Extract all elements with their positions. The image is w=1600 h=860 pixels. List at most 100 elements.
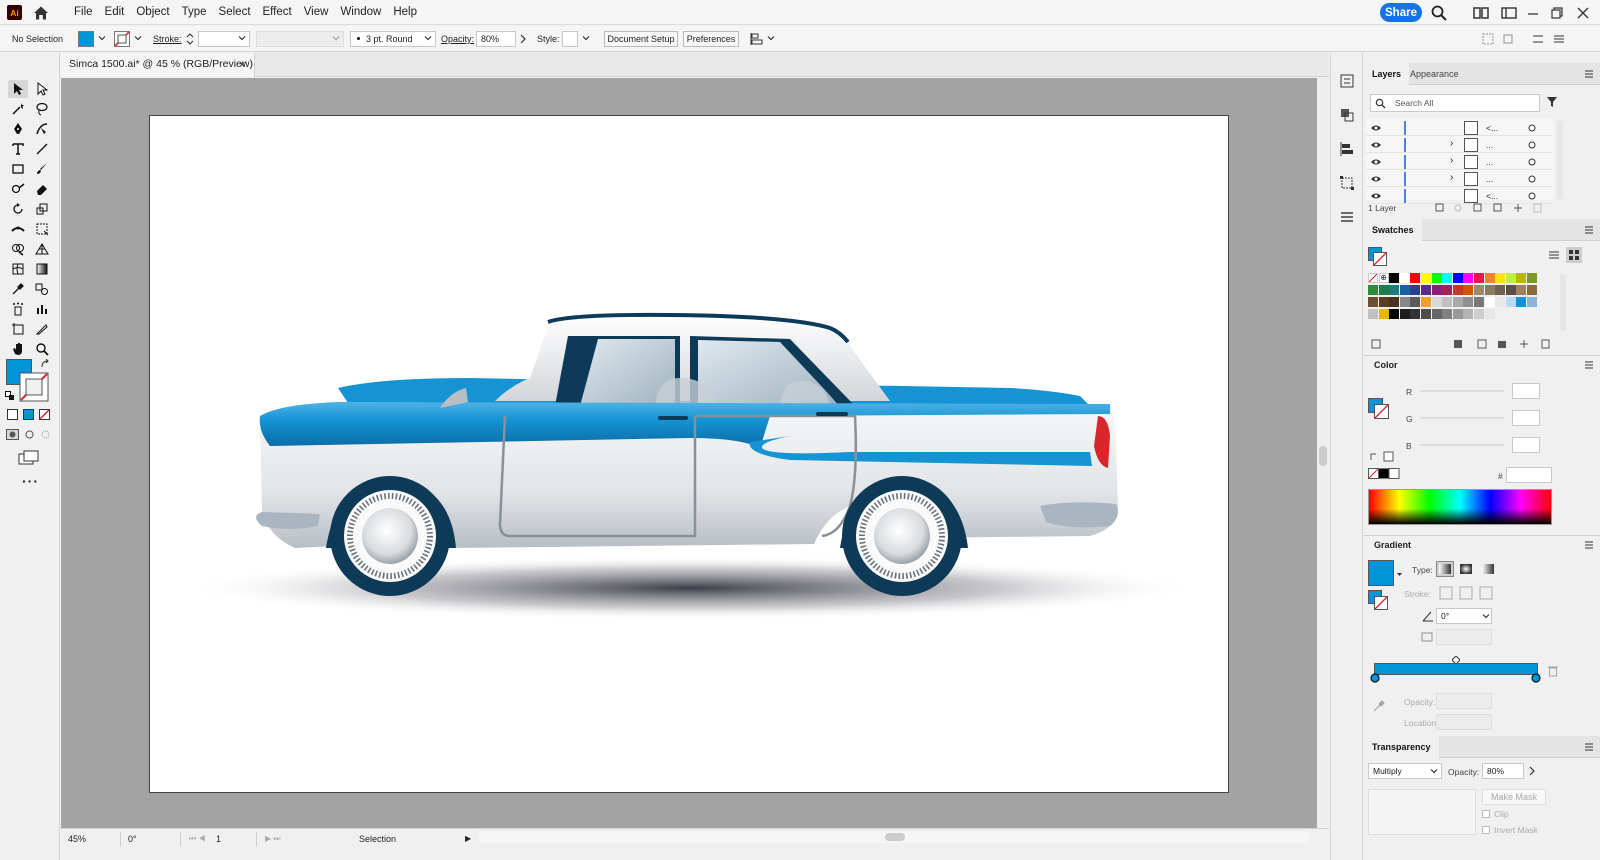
stroke-weight-dropdown-icon[interactable]: [238, 34, 246, 42]
zoom-tool[interactable]: [32, 340, 52, 358]
draw-inside-icon[interactable]: [39, 429, 52, 440]
swatch[interactable]: [1527, 297, 1537, 307]
swatch[interactable]: [1516, 297, 1527, 307]
stroke-none-swatch-icon[interactable]: [114, 31, 130, 47]
swatch-none[interactable]: [1368, 273, 1378, 283]
more-panels-icon[interactable]: [1339, 209, 1355, 225]
swatch[interactable]: [1421, 273, 1431, 283]
gradient-type-buttons-icon[interactable]: [1436, 561, 1498, 577]
visibility-eye-icon[interactable]: [1370, 141, 1382, 149]
stroke-label[interactable]: Stroke:: [153, 34, 182, 44]
width-tool[interactable]: [8, 220, 28, 238]
mesh-tool[interactable]: [8, 260, 28, 278]
layer-expand-arrow[interactable]: ›: [1450, 172, 1453, 183]
align-panel-icon[interactable]: [1339, 141, 1355, 157]
swatch[interactable]: [1421, 309, 1431, 319]
eyedropper-tool[interactable]: [8, 280, 28, 298]
swatches-footer-icons[interactable]: [1370, 338, 1560, 350]
swatch[interactable]: [1399, 285, 1410, 295]
layer-name[interactable]: ...: [1486, 157, 1493, 167]
color-none-default-icons[interactable]: [1368, 450, 1394, 464]
tab-appearance[interactable]: Appearance: [1402, 63, 1467, 85]
stroke-color-box-icon[interactable]: [19, 372, 49, 402]
swatch[interactable]: [1399, 309, 1410, 319]
artboard-nav-first-prev-icon[interactable]: ⏮ ◀: [189, 834, 206, 844]
magic-wand-tool[interactable]: [8, 100, 28, 118]
gradient-eyedropper-icon[interactable]: [1372, 699, 1386, 713]
swatch[interactable]: [1399, 273, 1410, 283]
gradient-stroke-indicator-icon[interactable]: [1374, 596, 1388, 610]
menu-view[interactable]: View: [298, 0, 335, 25]
layer-target-icon[interactable]: [1528, 124, 1536, 132]
layer-target-icon[interactable]: [1528, 175, 1536, 183]
draw-normal-icon[interactable]: [6, 429, 19, 440]
gradient-mode-button[interactable]: [23, 409, 34, 420]
rotate-tool[interactable]: [8, 200, 28, 218]
document-tab[interactable]: Simca 1500.ai* @ 45 % (RGB/Preview): [61, 53, 255, 77]
opacity-label[interactable]: Opacity:: [441, 34, 474, 44]
curvature-tool[interactable]: [32, 120, 52, 138]
color-quick-swatches-icon[interactable]: [1368, 468, 1400, 479]
layer-target-icon[interactable]: [1528, 141, 1536, 149]
swatch[interactable]: [1505, 285, 1516, 295]
symbol-sprayer-tool[interactable]: [8, 300, 28, 318]
transform-icon[interactable]: [1481, 32, 1495, 46]
restore-icon[interactable]: [1548, 4, 1566, 22]
swatches-panel-menu-icon[interactable]: [1584, 225, 1594, 235]
color-channel-g-input[interactable]: [1512, 410, 1540, 426]
color-channel-r-input[interactable]: [1512, 383, 1540, 399]
color-spectrum[interactable]: [1368, 489, 1552, 525]
gradient-stroke-options-icon[interactable]: [1438, 586, 1498, 600]
swatch[interactable]: [1495, 273, 1506, 283]
gradient-opacity-input[interactable]: [1436, 693, 1492, 709]
swatch[interactable]: [1474, 309, 1484, 319]
gradient-angle-dropdown-icon[interactable]: [1482, 612, 1490, 620]
menu-select[interactable]: Select: [213, 0, 257, 25]
menu-effect[interactable]: Effect: [257, 0, 298, 25]
tab-transparency[interactable]: Transparency: [1364, 736, 1439, 758]
style-dropdown-icon[interactable]: [582, 34, 590, 42]
zoom-level-field[interactable]: 45%: [65, 832, 121, 846]
transparency-opacity-expand-icon[interactable]: [1528, 766, 1536, 776]
invert-mask-checkbox[interactable]: [1482, 826, 1490, 834]
pen-tool[interactable]: [8, 120, 28, 138]
gradient-delete-stop-icon[interactable]: [1548, 665, 1558, 677]
rectangle-tool[interactable]: [8, 160, 28, 178]
swatch[interactable]: [1368, 285, 1378, 295]
eraser-tool[interactable]: [32, 180, 52, 198]
gradient-location-input[interactable]: [1436, 714, 1492, 730]
clip-checkbox[interactable]: [1482, 810, 1490, 818]
align-options-icon[interactable]: [750, 32, 764, 46]
stroke-dropdown-icon[interactable]: [134, 34, 142, 42]
layer-name[interactable]: ...: [1486, 174, 1493, 184]
layer-row[interactable]: ›...: [1366, 137, 1552, 153]
swatch[interactable]: [1484, 309, 1495, 319]
blend-tool[interactable]: [32, 280, 52, 298]
artboard-number-field[interactable]: 1: [213, 832, 257, 846]
swatches-scrollbar[interactable]: [1560, 275, 1566, 331]
line-segment-tool[interactable]: [32, 140, 52, 158]
swatch[interactable]: [1368, 297, 1378, 307]
swatch[interactable]: [1368, 309, 1378, 319]
preferences-button[interactable]: Preferences: [683, 31, 739, 47]
swap-fill-stroke-icon[interactable]: [40, 359, 50, 369]
minimize-icon[interactable]: [1524, 4, 1542, 22]
transform-panel-icon[interactable]: [1339, 175, 1355, 191]
transparency-panel-menu-icon[interactable]: [1584, 742, 1594, 752]
profile-dropdown-icon[interactable]: [332, 34, 340, 42]
swatch[interactable]: [1410, 309, 1421, 319]
swatch[interactable]: [1505, 273, 1516, 283]
layers-scrollbar[interactable]: [1557, 121, 1563, 199]
search-icon[interactable]: [1430, 4, 1448, 22]
fill-dropdown-icon[interactable]: [98, 34, 106, 42]
fill-swatch[interactable]: [78, 31, 94, 47]
variable-width-profile-select[interactable]: [256, 31, 344, 47]
swatch[interactable]: [1378, 297, 1389, 307]
swatch[interactable]: [1474, 297, 1484, 307]
swatch[interactable]: [1452, 309, 1463, 319]
lasso-tool[interactable]: [32, 100, 52, 118]
mask-thumbnail[interactable]: [1368, 789, 1476, 835]
gradient-end-stop-icon[interactable]: [1531, 673, 1541, 683]
share-button[interactable]: Share: [1380, 3, 1422, 22]
brush-dropdown-icon[interactable]: [424, 34, 432, 42]
